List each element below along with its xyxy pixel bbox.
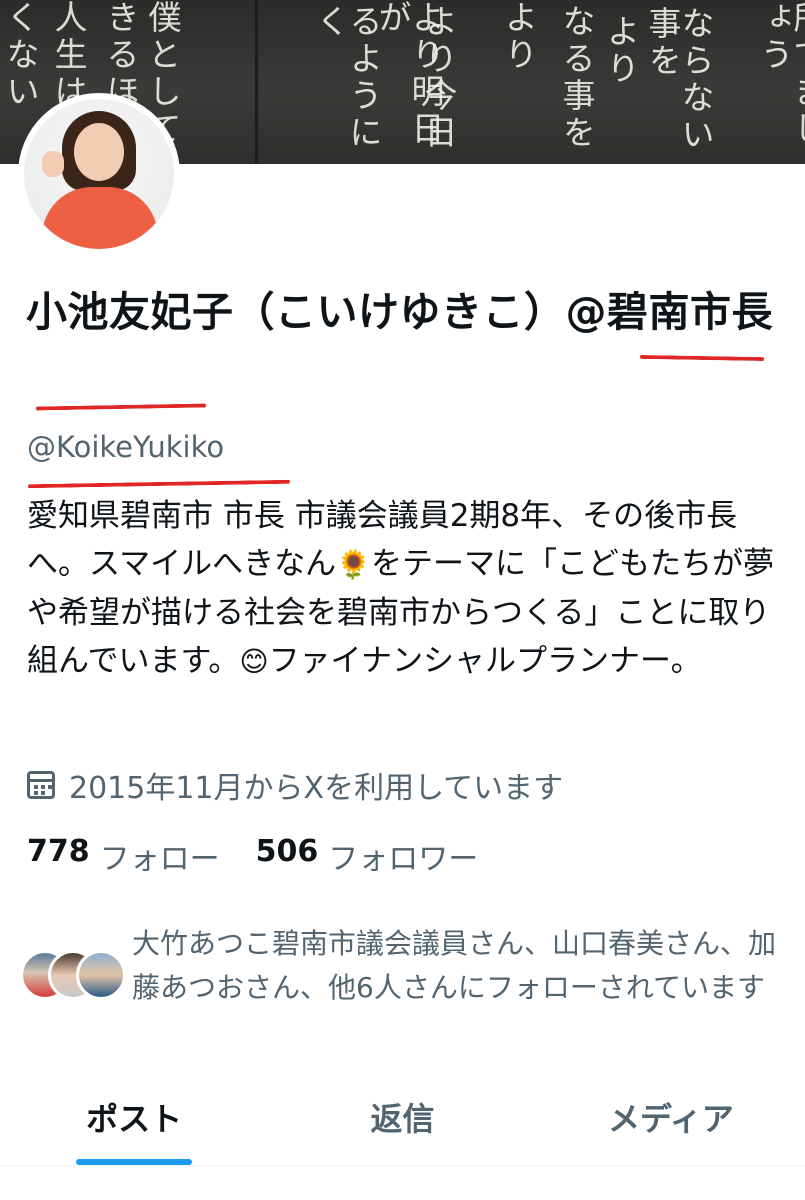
tab-label: メディア [607, 1100, 734, 1138]
known-followers-text: 大竹あつこ碧南市議会議員さん、山口春美さん、加藤あつおさん、他6人さんにフォロー… [132, 927, 777, 1004]
display-name: 小池友妃子（こいけゆきこ）@碧南市長 [26, 288, 773, 336]
followers-you-know[interactable]: 大竹あつこ碧南市議会議員さん、山口春美さん、加藤あつおさん、他6人さんにフォロー… [20, 922, 800, 1010]
avatar[interactable] [18, 93, 180, 255]
active-tab-indicator [76, 1159, 193, 1165]
tab-posts[interactable]: ポスト [0, 1080, 268, 1165]
banner-text: 所でましょう [755, 0, 805, 148]
follow-stats: 778 フォロー 506 フォロワー [27, 834, 478, 878]
following-label: フォロー [99, 842, 220, 877]
profile-page: 所でましょう ならない事を より なる事を より今日 より明日が るようにく よ… [0, 0, 805, 1200]
red-underline [27, 479, 291, 489]
following-count: 778 [27, 834, 90, 869]
avatar-shirt [42, 187, 158, 249]
tab-label: 返信 [370, 1100, 435, 1138]
follower-avatar [76, 950, 126, 1000]
user-handle: @KoikeYukiko [27, 430, 225, 464]
banner-text: より [499, 0, 538, 74]
banner-text: ならない事を [643, 6, 715, 154]
red-underline [35, 403, 207, 411]
bio-text: ファイナンシャルプランナー。 [268, 643, 702, 679]
smile-emoji-icon: 😊 [239, 645, 269, 678]
followers-link[interactable]: 506 フォロワー [256, 834, 479, 878]
red-underline [639, 354, 765, 362]
profile-bio: 愛知県碧南市 市長 市議会議員2期8年、その後市長へ。スマイルへきなん🌻をテーマ… [27, 492, 787, 686]
board-seam [255, 0, 258, 164]
banner-text: より [601, 14, 640, 88]
calendar-icon [27, 771, 55, 799]
banner-text: なる事を [557, 4, 596, 152]
avatar-photo [24, 99, 174, 249]
sunflower-emoji-icon: 🌻 [336, 548, 371, 581]
avatar-face [74, 123, 124, 181]
profile-tabs: ポスト 返信 メディア [0, 1080, 805, 1166]
banner-text: くない [1, 0, 40, 111]
follower-facepile [20, 950, 126, 1006]
tab-replies[interactable]: 返信 [268, 1080, 536, 1165]
avatar-fist [42, 151, 64, 177]
banner-text: より明日が [373, 0, 445, 148]
followers-label: フォロワー [328, 842, 479, 877]
joined-date: 2015年11月からXを利用しています [27, 763, 563, 807]
following-link[interactable]: 778 フォロー [27, 834, 220, 878]
joined-text: 2015年11月からXを利用しています [69, 771, 564, 806]
tab-label: ポスト [86, 1100, 183, 1138]
tab-media[interactable]: メディア [537, 1080, 805, 1165]
followers-count: 506 [255, 834, 319, 869]
banner-text: るようにく [311, 4, 383, 152]
